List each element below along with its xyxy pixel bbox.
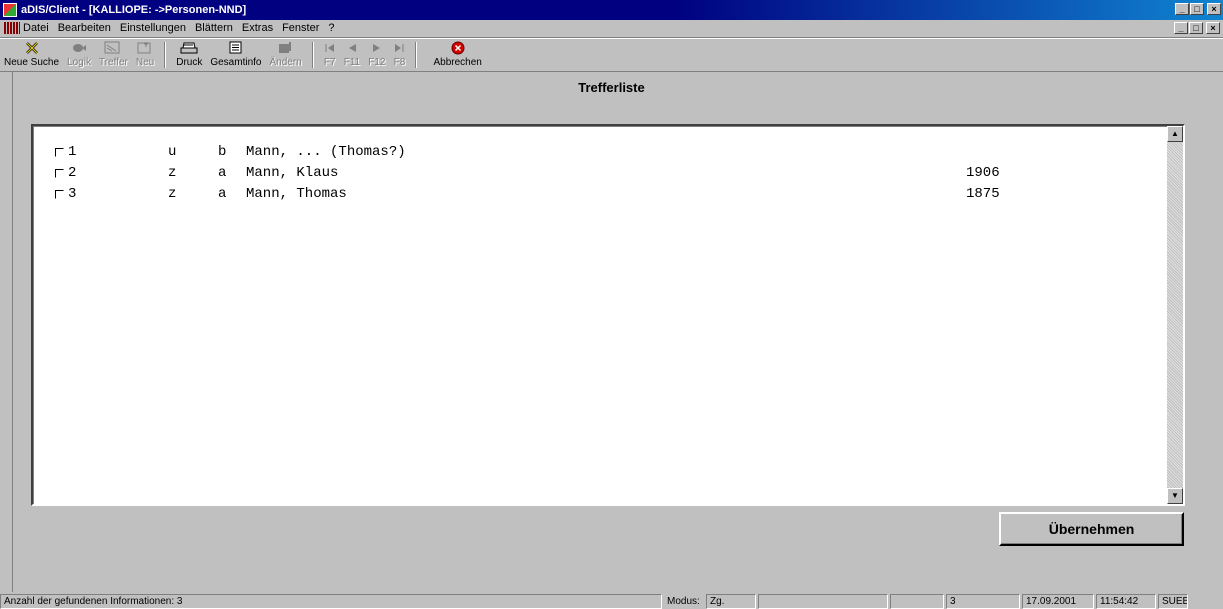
abbrechen-button[interactable]: Abbrechen: [423, 38, 491, 71]
menu-help[interactable]: ?: [328, 22, 334, 34]
status-user: SUEB: [1158, 594, 1188, 609]
status-modus-label: Modus:: [667, 596, 700, 607]
last-icon: [393, 40, 405, 56]
row-code-a: z: [168, 186, 177, 202]
menu-fenster[interactable]: Fenster: [282, 22, 319, 34]
previous-icon: [346, 40, 358, 56]
panel-title: Trefferliste: [578, 80, 645, 95]
gesamtinfo-label: Gesamtinfo: [210, 57, 262, 68]
list-item[interactable]: 1 u b Mann, ... (Thomas?): [53, 142, 1153, 162]
menu-bearbeiten[interactable]: Bearbeiten: [58, 22, 111, 34]
toolbar: Neue Suche Logik Treffer Neu Druck Gesam…: [0, 37, 1223, 72]
minimize-button[interactable]: _: [1175, 3, 1189, 15]
toolbar-separator: [311, 42, 314, 68]
status-date: 17.09.2001: [1022, 594, 1094, 609]
row-number: 3: [68, 186, 77, 202]
title-bar: aDIS/Client - [KALLIOPE: ->Personen-NND]…: [0, 0, 1223, 20]
x-icon: [25, 40, 39, 56]
mdi-controls: _ □ ×: [1173, 22, 1220, 34]
close-button[interactable]: ×: [1207, 3, 1221, 15]
info-icon: [229, 40, 243, 56]
f12-button[interactable]: F12: [364, 38, 389, 71]
row-number: 2: [68, 165, 77, 181]
druck-label: Druck: [176, 57, 203, 68]
neue-suche-button[interactable]: Neue Suche: [0, 38, 63, 71]
window-title: aDIS/Client - [KALLIOPE: ->Personen-NND]: [21, 4, 247, 16]
scroll-down-button[interactable]: ▼: [1167, 488, 1183, 504]
window-controls: _ □ ×: [1174, 3, 1221, 15]
abbrechen-label: Abbrechen: [433, 57, 482, 68]
row-year: 1906: [966, 165, 1000, 181]
menu-blaettern[interactable]: Blättern: [195, 22, 233, 34]
f8-button[interactable]: F8: [389, 38, 409, 71]
f7-button[interactable]: F7: [320, 38, 340, 71]
row-number: 1: [68, 144, 77, 160]
f8-label: F8: [393, 57, 406, 68]
row-code-b: a: [218, 186, 227, 202]
neue-suche-label: Neue Suche: [4, 57, 60, 68]
row-code-b: a: [218, 165, 227, 181]
row-checkbox[interactable]: [55, 189, 64, 199]
menu-datei[interactable]: Datei: [23, 22, 49, 34]
uebernehmen-button[interactable]: Übernehmen: [999, 512, 1184, 546]
mdi-close-button[interactable]: ×: [1206, 22, 1220, 34]
druck-button[interactable]: Druck: [172, 38, 206, 71]
toolbar-separator: [415, 42, 418, 68]
treffer-button[interactable]: Treffer: [95, 38, 132, 71]
app-icon[interactable]: [3, 3, 17, 17]
list-item[interactable]: 2 z a Mann, Klaus 1906: [53, 163, 1153, 183]
results-list[interactable]: 1 u b Mann, ... (Thomas?) 2 z a Mann, Kl…: [31, 124, 1185, 506]
aendern-label: Ändern: [269, 57, 302, 68]
row-code-b: b: [218, 144, 227, 160]
f7-label: F7: [323, 57, 336, 68]
row-checkbox[interactable]: [55, 168, 64, 178]
scroll-up-button[interactable]: ▲: [1167, 126, 1183, 142]
stop-icon: [451, 40, 465, 56]
logik-button[interactable]: Logik: [63, 38, 95, 71]
menu-extras[interactable]: Extras: [242, 22, 273, 34]
logic-icon: [71, 40, 87, 56]
row-name: Mann, ... (Thomas?): [246, 144, 406, 160]
gesamtinfo-button[interactable]: Gesamtinfo: [206, 38, 265, 71]
mdi-restore-button[interactable]: □: [1189, 22, 1203, 34]
new-icon: [137, 40, 153, 56]
toolbar-separator: [164, 42, 167, 68]
status-empty-1: [758, 594, 888, 609]
aendern-button[interactable]: Ändern: [265, 38, 305, 71]
row-checkbox[interactable]: [55, 147, 64, 157]
document-icon[interactable]: [4, 22, 20, 34]
row-code-a: z: [168, 165, 177, 181]
f11-label: F11: [343, 57, 361, 68]
menu-einstellungen[interactable]: Einstellungen: [120, 22, 186, 34]
status-time: 11:54:42: [1096, 594, 1156, 609]
hits-icon: [104, 40, 122, 56]
status-info: Anzahl der gefundenen Informationen: 3: [0, 594, 662, 609]
row-year: 1875: [966, 186, 1000, 202]
f11-button[interactable]: F11: [340, 38, 365, 71]
first-icon: [324, 40, 336, 56]
row-name: Mann, Thomas: [246, 186, 347, 202]
status-modus-value: Zg.: [706, 594, 756, 609]
status-bar: Anzahl der gefundenen Informationen: 3 M…: [0, 594, 1223, 609]
f12-label: F12: [368, 57, 386, 68]
next-icon: [371, 40, 383, 56]
logik-label: Logik: [67, 57, 91, 68]
printer-icon: [180, 40, 198, 56]
neu-label: Neu: [135, 57, 155, 68]
maximize-button[interactable]: □: [1190, 3, 1204, 15]
row-code-a: u: [168, 144, 177, 160]
vertical-scrollbar[interactable]: ▲ ▼: [1167, 126, 1183, 504]
treffer-label: Treffer: [98, 57, 128, 68]
status-count: 3: [946, 594, 1020, 609]
row-name: Mann, Klaus: [246, 165, 339, 181]
mdi-minimize-button[interactable]: _: [1174, 22, 1188, 34]
workspace-edge: [12, 72, 13, 592]
status-empty-2: [890, 594, 944, 609]
list-item[interactable]: 3 z a Mann, Thomas 1875: [53, 184, 1153, 204]
neu-button[interactable]: Neu: [132, 38, 158, 71]
menu-bar: Datei Bearbeiten Einstellungen Blättern …: [0, 20, 1223, 36]
edit-icon: [278, 40, 294, 56]
